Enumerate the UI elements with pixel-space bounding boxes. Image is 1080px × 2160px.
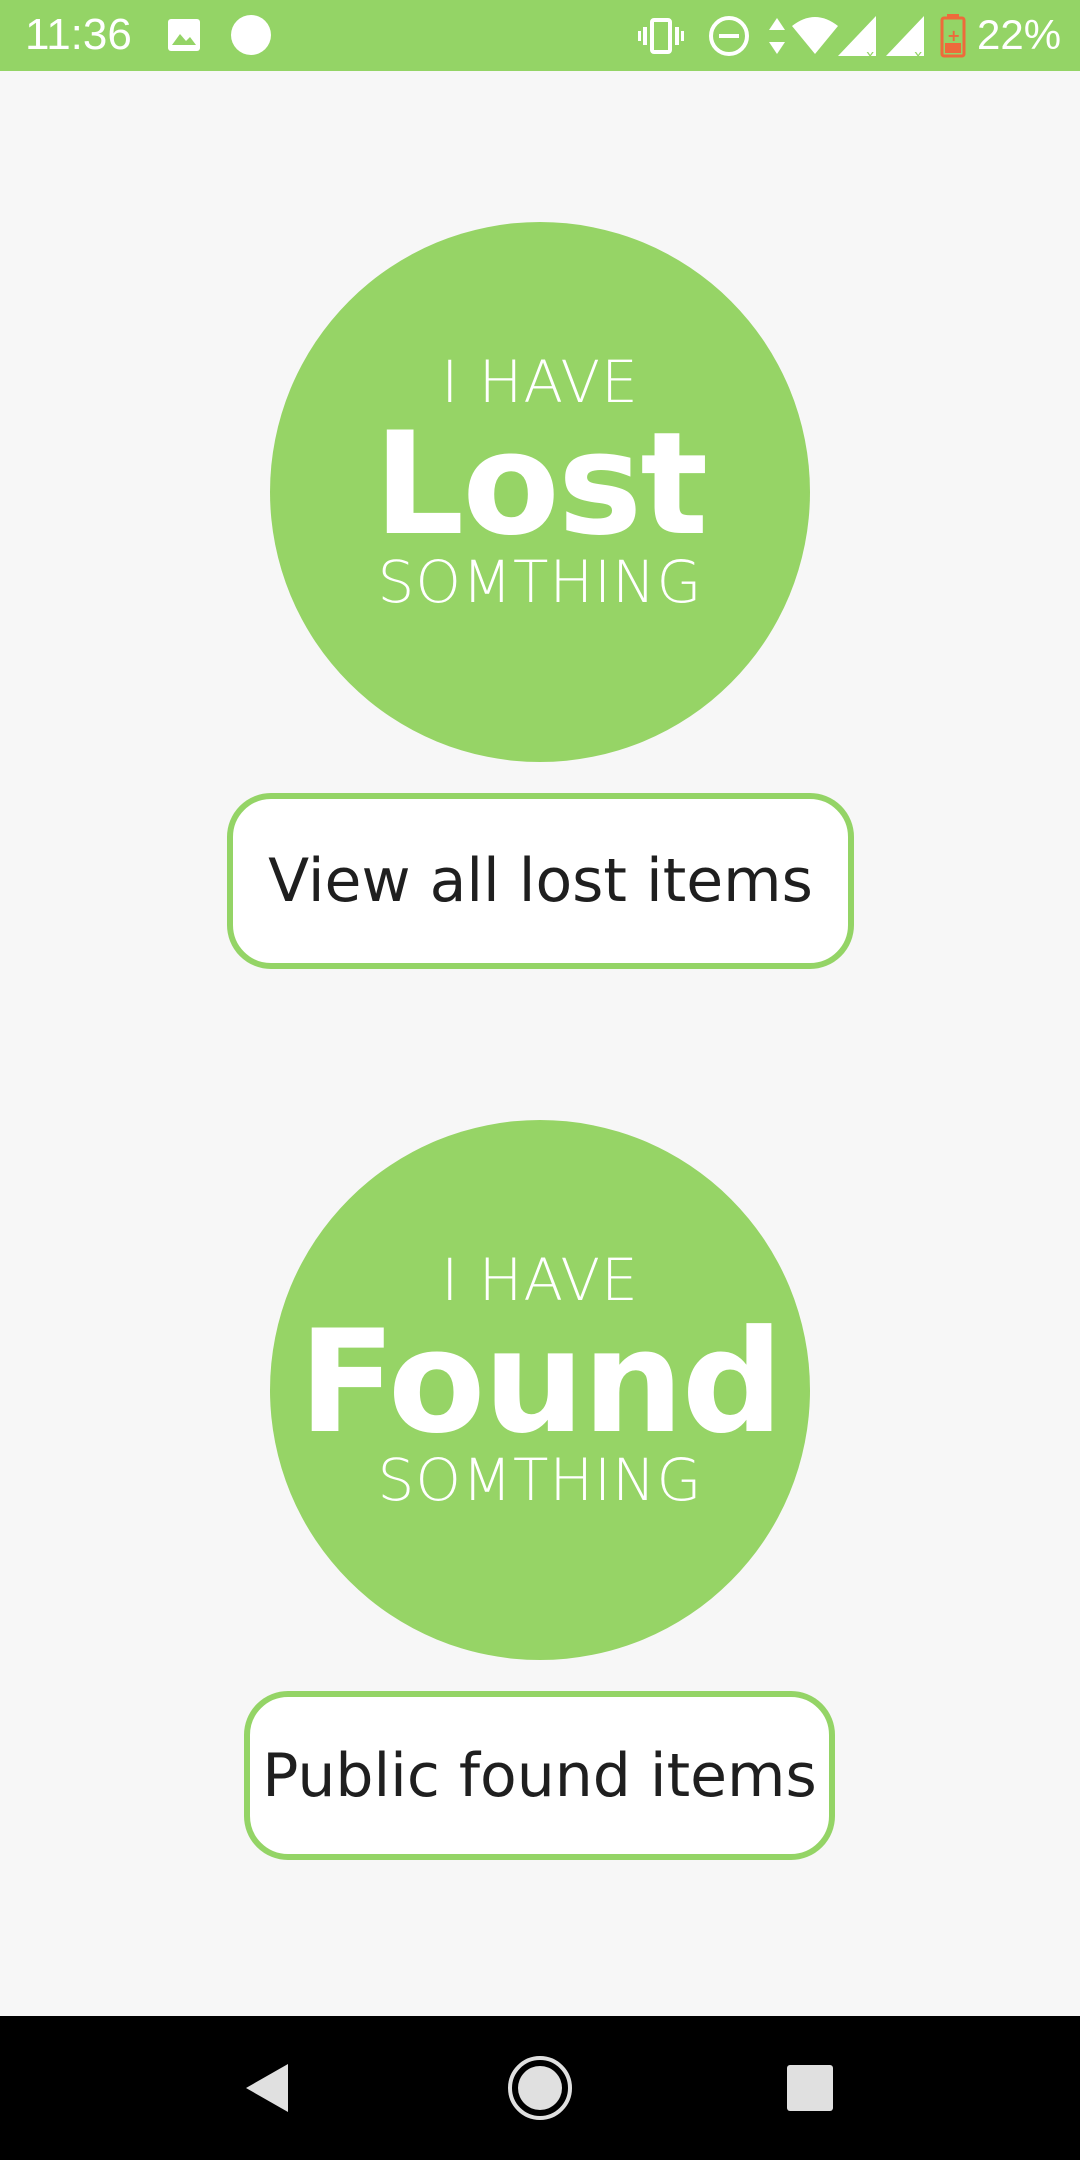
view-lost-items-button[interactable]: View all lost items [227, 793, 854, 969]
lost-logo-main-text: Lost [373, 402, 708, 567]
battery-icon: + [940, 14, 966, 58]
cell-signal-2-icon: x [886, 16, 924, 62]
found-logo-bottom-text: SOMTHING [377, 1446, 703, 1514]
found-logo-main-text: Found [298, 1300, 784, 1465]
circle-icon [231, 15, 271, 55]
public-found-items-button[interactable]: Public found items [244, 1691, 835, 1860]
found-something-logo[interactable]: I HAVE Found SOMTHING [270, 1120, 810, 1660]
svg-text:x: x [866, 48, 874, 62]
vibrate-icon [638, 18, 684, 54]
wifi-icon [792, 17, 838, 54]
recents-icon[interactable] [770, 2048, 850, 2128]
status-time: 11:36 [25, 10, 132, 59]
cell-signal-icon: x [838, 16, 876, 62]
svg-text:+: + [947, 26, 960, 45]
lost-logo-bottom-text: SOMTHING [377, 548, 703, 616]
image-icon [168, 19, 200, 51]
navigation-bar [0, 2016, 1080, 2160]
battery-percent: 22% [977, 11, 1062, 58]
back-icon[interactable] [228, 2048, 308, 2128]
lost-something-logo[interactable]: I HAVE Lost SOMTHING [270, 222, 810, 762]
do-not-disturb-icon [709, 16, 749, 56]
svg-text:x: x [914, 48, 922, 62]
data-arrows-icon [769, 18, 785, 54]
app-screen: 11:36 x x + 22% I HAVE Lost SOMTHING Vie… [0, 0, 1080, 2160]
status-bar: 11:36 x x + 22% [0, 0, 1080, 71]
home-icon[interactable] [500, 2048, 580, 2128]
